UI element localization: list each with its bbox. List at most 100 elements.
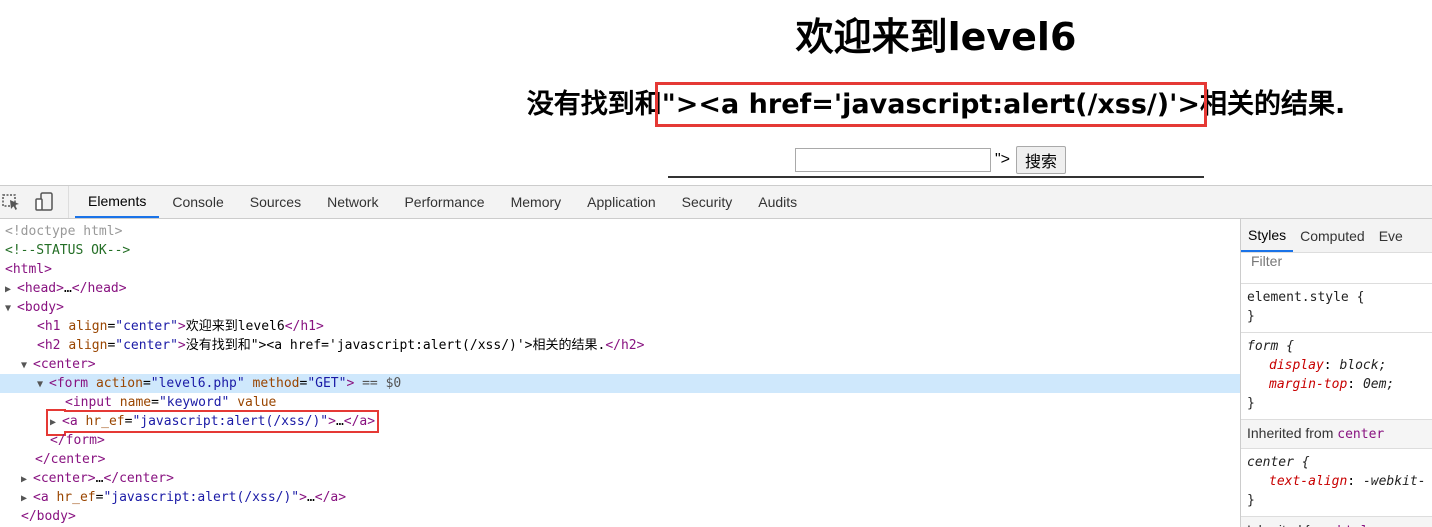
center-open-tag: <center>	[33, 357, 96, 372]
dom-node-input[interactable]: <input name="keyword" value	[0, 393, 1240, 412]
tag-gt: >	[177, 319, 186, 334]
attr-name: hr_ef	[56, 490, 96, 505]
dom-node-h2[interactable]: <h2 align="center">没有找到和"><a href='javas…	[0, 336, 1240, 355]
center-close-tag: </center>	[35, 452, 106, 467]
tab-computed[interactable]: Computed	[1293, 219, 1372, 252]
tab-event-listeners[interactable]: Eve	[1372, 219, 1410, 252]
css-property-value[interactable]: -webkit-	[1363, 474, 1426, 489]
form-style-rule[interactable]: form { display: block; margin-top: 0em; …	[1241, 333, 1432, 420]
collapsed-ellipsis: …	[335, 414, 344, 429]
search-button[interactable]: 搜索	[1016, 146, 1067, 174]
tab-styles[interactable]: Styles	[1241, 219, 1294, 252]
collapsed-ellipsis: …	[306, 490, 315, 505]
h2-close-tag: </h2>	[605, 338, 645, 353]
collapsed-ellipsis: …	[63, 281, 72, 296]
rule-selector: form {	[1247, 339, 1294, 354]
dom-node-a-highlighted[interactable]: ▶ <a hr_ef="javascript:alert(/xss/)">…</a…	[0, 410, 1240, 433]
dom-node-center[interactable]: ▼ <center>	[0, 355, 1240, 375]
inherited-source-link[interactable]: center	[1337, 427, 1384, 442]
result-prefix: 没有找到和	[526, 89, 662, 120]
tab-console[interactable]: Console	[159, 186, 236, 218]
dom-tree: <!doctype html> <!--STATUS OK--> <html> …	[0, 219, 1241, 527]
collapse-triangle-icon[interactable]: ▼	[37, 375, 49, 394]
tab-performance[interactable]: Performance	[391, 186, 497, 218]
attr-name: action	[95, 376, 143, 391]
tag-gt: >	[299, 490, 307, 505]
css-property-value[interactable]: block;	[1339, 358, 1386, 373]
tab-audits[interactable]: Audits	[745, 186, 810, 218]
h2-text: 没有找到和"><a href='javascript:alert(/xss/)'…	[185, 338, 606, 353]
attr-value: "level6.php"	[150, 376, 245, 391]
tab-memory[interactable]: Memory	[498, 186, 575, 218]
input-trailing-text: ">	[995, 151, 1011, 168]
a-open-tag: <a	[62, 414, 78, 429]
tag-gt: >	[346, 376, 355, 391]
dom-node-a-2[interactable]: ▶ <a hr_ef="javascript:alert(/xss/)">…</a…	[0, 488, 1240, 508]
inspect-element-icon[interactable]	[2, 192, 22, 212]
selected-marker: == $0	[362, 376, 402, 391]
css-property-name[interactable]: text-align	[1247, 474, 1347, 489]
css-property-value[interactable]: 0em;	[1363, 377, 1394, 392]
rule-close: }	[1247, 493, 1255, 508]
expand-triangle-icon[interactable]: ▶	[21, 470, 33, 489]
dom-node-head[interactable]: ▶ <head>…</head>	[0, 279, 1240, 299]
dom-node-center-close[interactable]: </center>	[0, 450, 1240, 469]
center-open-tag: <center>	[33, 471, 96, 486]
tab-application[interactable]: Application	[574, 186, 669, 218]
css-property-name[interactable]: display	[1247, 358, 1324, 373]
payload-node-highlight: ▶ <a hr_ef="javascript:alert(/xss/)">…</a…	[45, 410, 380, 433]
styles-filter-input[interactable]: Filter	[1241, 253, 1432, 284]
dom-node-comment[interactable]: <!--STATUS OK-->	[0, 241, 1240, 260]
body-close-tag: </body>	[21, 509, 76, 524]
styles-pane: Styles Computed Eve Filter element.style…	[1241, 219, 1432, 527]
attr-value: "keyword"	[158, 395, 230, 410]
tab-sources[interactable]: Sources	[237, 186, 314, 218]
expand-triangle-icon[interactable]: ▶	[21, 489, 33, 508]
dom-node-form-selected[interactable]: ▼ <form action="level6.php" method="GET">…	[0, 374, 1240, 394]
result-suffix: 相关的结果.	[1199, 89, 1346, 120]
expand-triangle-icon[interactable]: ▶	[5, 280, 17, 299]
dom-node-html[interactable]: <html>	[0, 260, 1240, 279]
h1-open-tag: <h1	[37, 319, 61, 334]
result-heading: 没有找到和"><a href='javascript:alert(/xss/)'…	[0, 82, 1432, 127]
a-close-tag: </a>	[314, 490, 347, 505]
dom-node-body[interactable]: ▼ <body>	[0, 298, 1240, 318]
a-open-tag: <a	[33, 490, 49, 505]
doctype-text: <!doctype html>	[5, 224, 123, 239]
styles-tabs: Styles Computed Eve	[1241, 219, 1432, 253]
dom-node-center-2[interactable]: ▶ <center>…</center>	[0, 469, 1240, 489]
dom-node-doctype[interactable]: <!doctype html>	[0, 222, 1240, 241]
dom-node-body-close[interactable]: </body>	[0, 507, 1240, 526]
keyword-input[interactable]	[795, 148, 991, 172]
page-title: 欢迎来到level6	[795, 15, 1077, 59]
dom-node-form-close[interactable]: </form>	[0, 431, 1240, 450]
a-close-tag: </a>	[343, 414, 376, 429]
expand-triangle-icon[interactable]: ▶	[50, 413, 62, 432]
body-open-tag: <body>	[17, 300, 64, 315]
form-close-tag: </form>	[50, 433, 105, 448]
tag-gt: >	[177, 338, 186, 353]
center-close-tag: </center>	[103, 471, 174, 486]
collapse-triangle-icon[interactable]: ▼	[5, 299, 17, 318]
collapse-triangle-icon[interactable]: ▼	[21, 356, 33, 375]
tab-security[interactable]: Security	[669, 186, 746, 218]
rule-selector: center {	[1247, 455, 1310, 470]
css-property-name[interactable]: margin-top	[1247, 377, 1347, 392]
tag-gt: >	[328, 414, 336, 429]
tab-network[interactable]: Network	[314, 186, 391, 218]
attr-name: align	[68, 319, 108, 334]
device-toolbar-icon[interactable]	[34, 192, 54, 212]
center-style-rule[interactable]: center { text-align: -webkit- }	[1241, 449, 1432, 517]
search-form: "> 搜索	[795, 146, 1067, 174]
attr-name: method	[252, 376, 300, 391]
injected-payload-highlight: "><a href='javascript:alert(/xss/)'>	[654, 82, 1207, 127]
attr-value: "GET"	[307, 376, 347, 391]
devtools-toolbar: Elements Console Sources Network Perform…	[0, 186, 1432, 219]
tab-elements[interactable]: Elements	[75, 186, 160, 218]
input-open-tag: <input	[65, 395, 112, 410]
devtools-tabs: Elements Console Sources Network Perform…	[69, 186, 810, 218]
element-style-rule[interactable]: element.style { }	[1241, 284, 1432, 333]
h2-open-tag: <h2	[37, 338, 61, 353]
dom-node-h1[interactable]: <h1 align="center">欢迎来到level6</h1>	[0, 317, 1240, 336]
attr-name: value	[237, 395, 277, 410]
